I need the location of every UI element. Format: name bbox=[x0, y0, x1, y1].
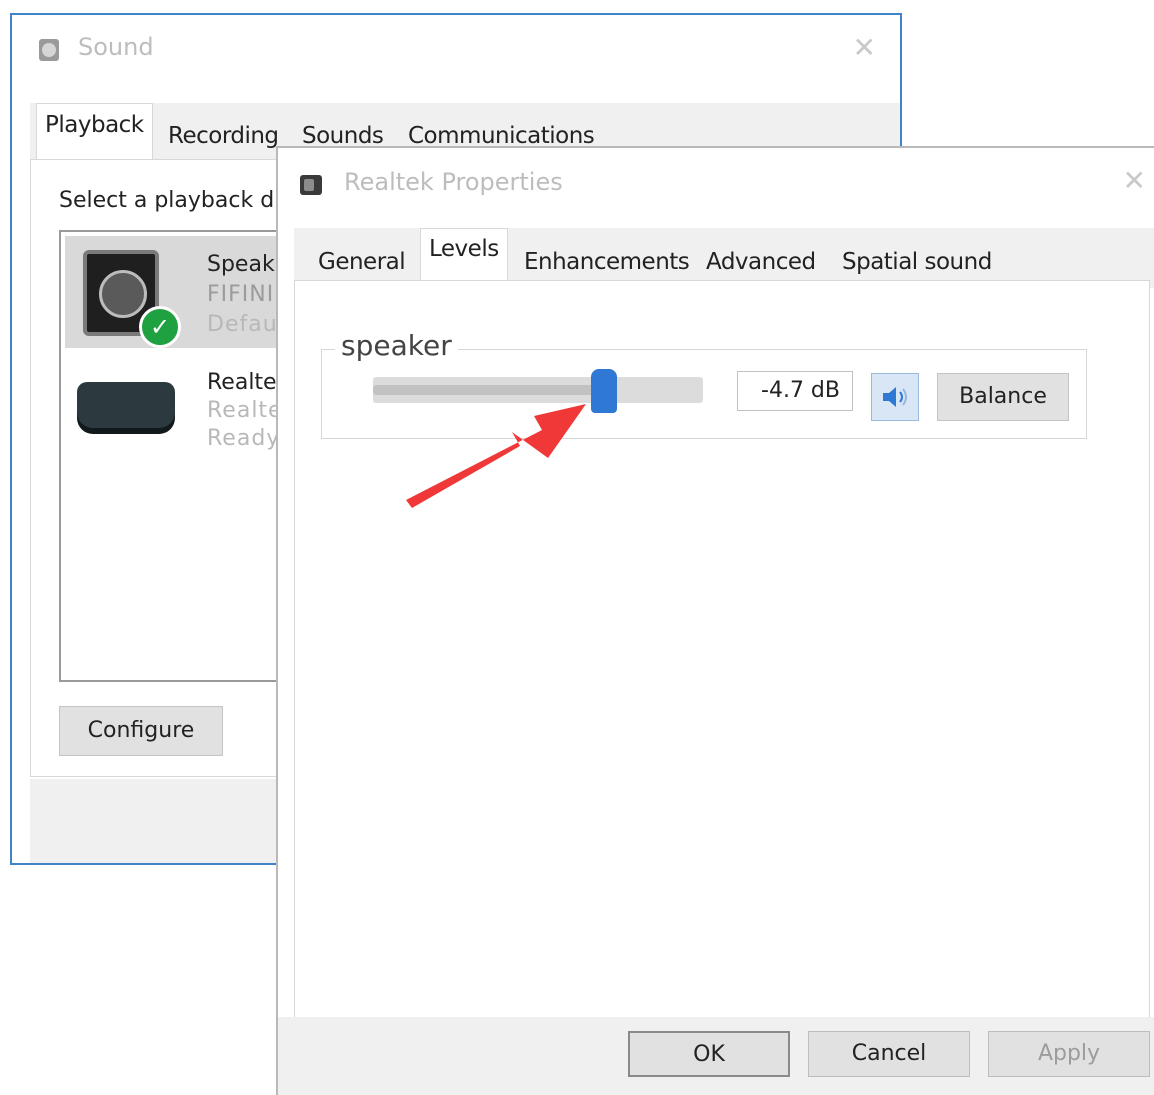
check-icon: ✓ bbox=[139, 306, 181, 348]
properties-titlebar: Realtek Properties ✕ bbox=[278, 148, 1154, 216]
properties-footer: OK Cancel Apply bbox=[278, 1017, 1154, 1095]
levels-panel: speaker -4.7 dB Balance bbox=[294, 280, 1150, 1020]
apply-button[interactable]: Apply bbox=[988, 1031, 1150, 1077]
tab-enhancements[interactable]: Enhancements bbox=[516, 242, 697, 282]
tab-levels[interactable]: Levels bbox=[420, 228, 508, 286]
mute-button[interactable] bbox=[871, 373, 919, 421]
ok-button[interactable]: OK bbox=[628, 1031, 790, 1077]
sound-titlebar: Sound ✕ bbox=[12, 15, 900, 83]
volume-slider-fill bbox=[373, 385, 604, 395]
tab-playback[interactable]: Playback bbox=[36, 103, 153, 163]
speaker-app-icon bbox=[300, 175, 322, 195]
sound-window-title: Sound bbox=[78, 33, 154, 61]
volume-slider-thumb[interactable] bbox=[591, 369, 617, 413]
tab-recording[interactable]: Recording bbox=[160, 115, 287, 157]
device-name: Speak bbox=[207, 252, 275, 277]
volume-slider[interactable] bbox=[373, 369, 703, 413]
balance-button[interactable]: Balance bbox=[937, 373, 1069, 421]
close-icon[interactable]: ✕ bbox=[853, 31, 876, 64]
device-status: Defaul bbox=[207, 312, 285, 337]
sound-box-icon bbox=[77, 382, 175, 428]
properties-tabs: General Levels Enhancements Advanced Spa… bbox=[294, 228, 1154, 288]
configure-button[interactable]: Configure bbox=[59, 706, 223, 756]
speaker-app-icon bbox=[39, 39, 59, 61]
device-detail: FIFINI bbox=[207, 282, 275, 307]
volume-level-field[interactable]: -4.7 dB bbox=[737, 371, 853, 411]
device-status: Ready bbox=[207, 426, 281, 451]
tab-general[interactable]: General bbox=[310, 242, 413, 282]
playback-instruction: Select a playback d bbox=[59, 188, 275, 213]
properties-window-title: Realtek Properties bbox=[344, 168, 563, 196]
cancel-button[interactable]: Cancel bbox=[808, 1031, 970, 1077]
volume-mute-icon bbox=[883, 387, 907, 407]
device-detail: Realte bbox=[207, 398, 283, 423]
tab-spatial-sound[interactable]: Spatial sound bbox=[834, 242, 1000, 282]
speaker-group-label: speaker bbox=[335, 329, 458, 362]
properties-window: Realtek Properties ✕ General Levels Enha… bbox=[276, 146, 1154, 1095]
device-name: Realte bbox=[207, 370, 277, 395]
close-icon[interactable]: ✕ bbox=[1123, 164, 1146, 197]
tab-advanced[interactable]: Advanced bbox=[698, 242, 824, 282]
